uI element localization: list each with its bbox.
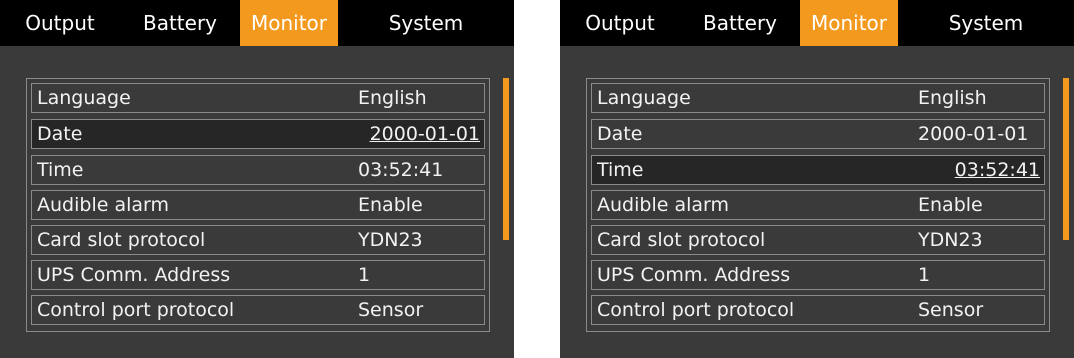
setting-label: Language (37, 87, 131, 109)
setting-row-date[interactable]: Date 2000-01-01 (591, 119, 1045, 149)
tab-battery[interactable]: Battery (680, 0, 800, 46)
setting-row-control-port-protocol[interactable]: Control port protocol Sensor (591, 295, 1045, 325)
settings-panel: Language English Date 2000-01-01 Time 03… (26, 78, 490, 332)
setting-value-editing[interactable]: 03:52:41 (955, 156, 1040, 184)
tab-output[interactable]: Output (0, 0, 120, 46)
tab-system[interactable]: System (898, 0, 1074, 46)
setting-value-editing[interactable]: 2000-01-01 (370, 120, 480, 148)
setting-label: Audible alarm (37, 194, 169, 216)
setting-row-time[interactable]: Time 03:52:41 (31, 155, 485, 185)
setting-value: English (358, 87, 427, 109)
monitor-screen-right: Output Battery Monitor System Language E… (560, 0, 1074, 358)
setting-value: 1 (918, 264, 931, 286)
setting-label: Card slot protocol (597, 229, 766, 251)
setting-row-time[interactable]: Time 03:52:41 (591, 155, 1045, 185)
setting-row-language[interactable]: Language English (591, 83, 1045, 113)
setting-row-ups-comm-address[interactable]: UPS Comm. Address 1 (31, 260, 485, 290)
setting-value: Sensor (358, 299, 424, 321)
setting-row-card-slot-protocol[interactable]: Card slot protocol YDN23 (31, 225, 485, 255)
setting-value: 1 (358, 264, 371, 286)
tab-monitor[interactable]: Monitor (240, 0, 338, 46)
tab-monitor[interactable]: Monitor (800, 0, 898, 46)
setting-value: Enable (358, 194, 423, 216)
setting-value: YDN23 (358, 229, 423, 251)
setting-value: YDN23 (918, 229, 983, 251)
setting-row-card-slot-protocol[interactable]: Card slot protocol YDN23 (591, 225, 1045, 255)
setting-value: English (918, 87, 987, 109)
monitor-screen-left: Output Battery Monitor System Language E… (0, 0, 514, 358)
setting-row-control-port-protocol[interactable]: Control port protocol Sensor (31, 295, 485, 325)
tab-output[interactable]: Output (560, 0, 680, 46)
setting-row-language[interactable]: Language English (31, 83, 485, 113)
setting-value: 03:52:41 (358, 159, 444, 181)
setting-value: Enable (918, 194, 983, 216)
tab-bar: Output Battery Monitor System (0, 0, 514, 46)
setting-row-ups-comm-address[interactable]: UPS Comm. Address 1 (591, 260, 1045, 290)
scrollbar-thumb[interactable] (503, 78, 509, 240)
setting-label: Time (37, 159, 84, 181)
setting-row-audible-alarm[interactable]: Audible alarm Enable (31, 190, 485, 220)
setting-label: Language (597, 87, 691, 109)
scrollbar-thumb[interactable] (1063, 78, 1069, 240)
setting-label: Card slot protocol (37, 229, 206, 251)
tab-system[interactable]: System (338, 0, 514, 46)
setting-label: Time (597, 159, 644, 181)
setting-label: Audible alarm (597, 194, 729, 216)
settings-panel: Language English Date 2000-01-01 Time 03… (586, 78, 1050, 332)
setting-label: Date (37, 123, 83, 145)
setting-label: UPS Comm. Address (37, 264, 231, 286)
setting-row-date[interactable]: Date 2000-01-01 (31, 119, 485, 149)
setting-row-audible-alarm[interactable]: Audible alarm Enable (591, 190, 1045, 220)
tab-battery[interactable]: Battery (120, 0, 240, 46)
setting-label: Date (597, 123, 643, 145)
setting-label: Control port protocol (37, 299, 235, 321)
setting-value: 2000-01-01 (918, 123, 1029, 145)
setting-value: Sensor (918, 299, 984, 321)
tab-bar: Output Battery Monitor System (560, 0, 1074, 46)
setting-label: UPS Comm. Address (597, 264, 791, 286)
setting-label: Control port protocol (597, 299, 795, 321)
